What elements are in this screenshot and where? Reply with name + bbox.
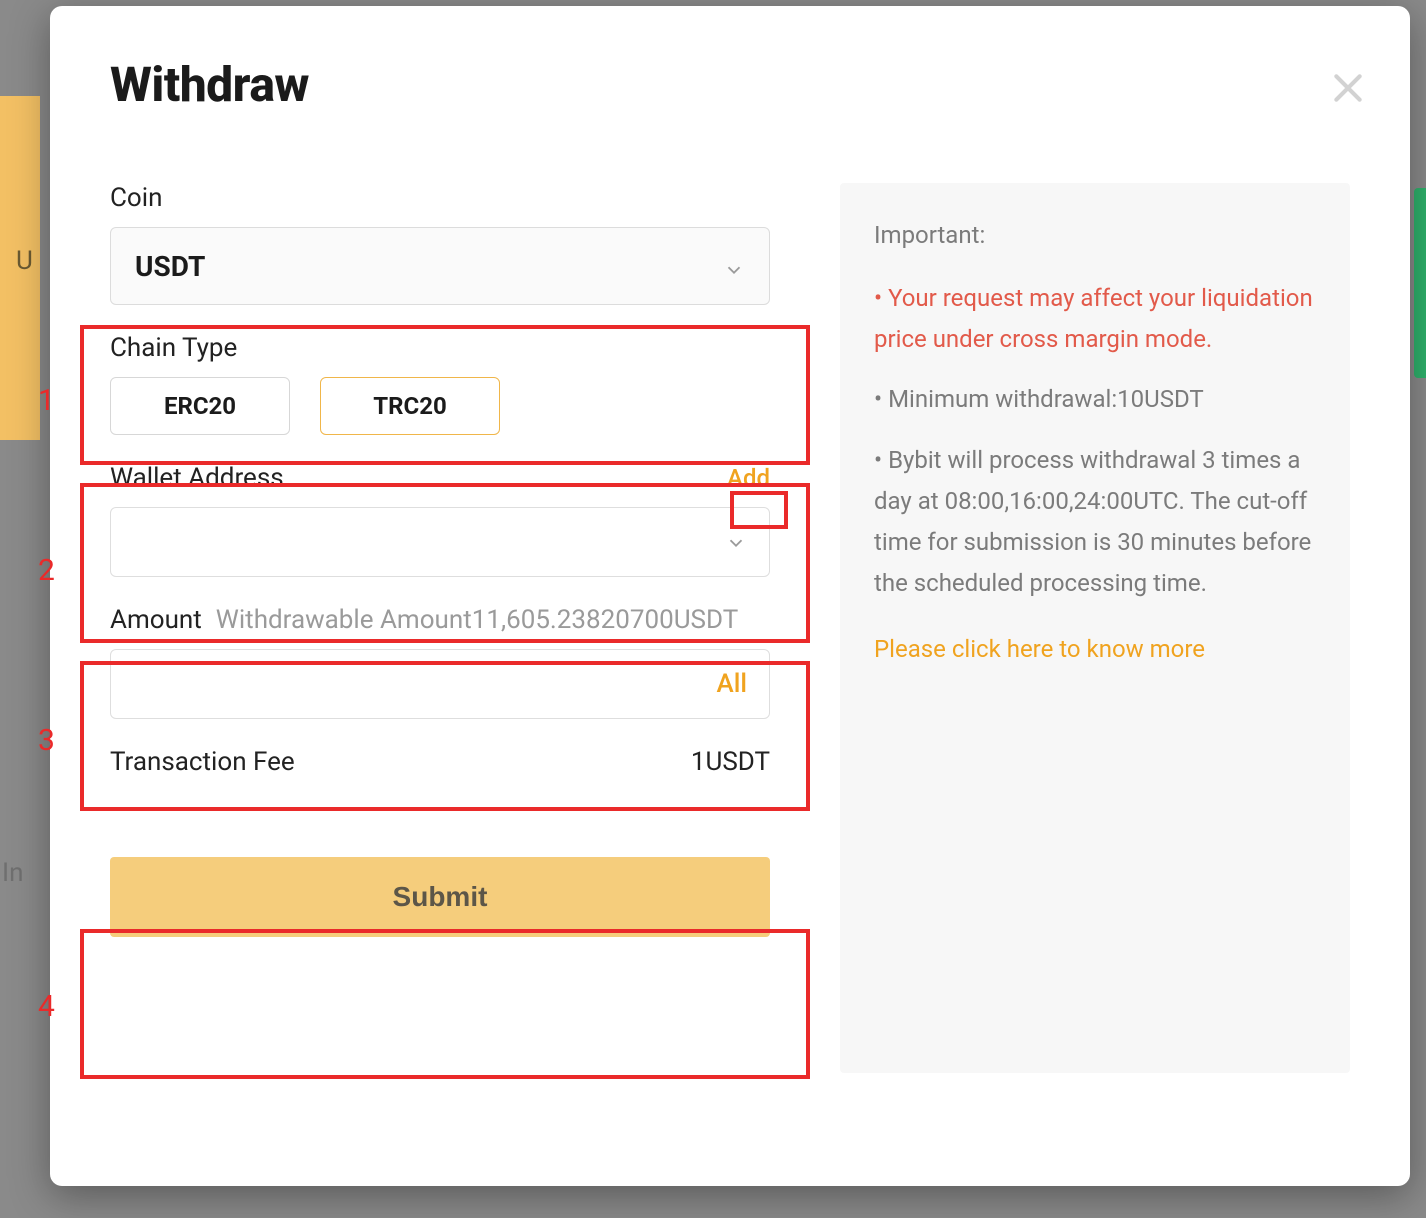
add-wallet-link[interactable]: Add bbox=[727, 464, 770, 492]
annotation-number-1: 1 bbox=[38, 383, 55, 418]
coin-field: Coin USDT bbox=[110, 183, 790, 305]
chain-type-field: Chain Type ERC20 TRC20 bbox=[110, 333, 790, 435]
close-icon[interactable] bbox=[1328, 68, 1368, 108]
amount-label: Amount bbox=[110, 605, 202, 635]
amount-field: Amount Withdrawable Amount11,605.2382070… bbox=[110, 605, 790, 719]
coin-selected-value: USDT bbox=[135, 250, 205, 283]
transaction-fee-value: 1USDT bbox=[691, 747, 770, 777]
submit-button[interactable]: Submit bbox=[110, 857, 770, 937]
wallet-address-label: Wallet Address bbox=[110, 463, 284, 493]
important-heading: Important: bbox=[874, 215, 1316, 256]
wallet-address-select[interactable] bbox=[110, 507, 770, 577]
transaction-fee-row: Transaction Fee 1USDT bbox=[110, 747, 770, 777]
backdrop-text-in: In bbox=[2, 858, 23, 888]
chain-type-label: Chain Type bbox=[110, 333, 237, 363]
amount-all-button[interactable]: All bbox=[717, 669, 748, 699]
important-min-withdrawal: Minimum withdrawal:10USDT bbox=[874, 379, 1316, 420]
amount-input[interactable]: All bbox=[110, 649, 770, 719]
annotation-number-3: 3 bbox=[38, 723, 55, 758]
wallet-address-field: Wallet Address Add bbox=[110, 463, 790, 577]
chevron-down-icon bbox=[723, 255, 745, 277]
chevron-down-icon bbox=[725, 531, 747, 553]
modal-title: Withdraw bbox=[110, 56, 1350, 113]
annotation-number-2: 2 bbox=[38, 553, 55, 588]
backdrop-green-strip bbox=[1414, 188, 1426, 378]
important-schedule: Bybit will process withdrawal 3 times a … bbox=[874, 440, 1316, 603]
withdraw-modal: Withdraw Coin USDT Chain Type ERC20 bbox=[50, 6, 1410, 1186]
coin-select[interactable]: USDT bbox=[110, 227, 770, 305]
important-panel: Important: Your request may affect your … bbox=[840, 183, 1350, 1073]
coin-label: Coin bbox=[110, 183, 162, 213]
chain-option-erc20[interactable]: ERC20 bbox=[110, 377, 290, 435]
know-more-link[interactable]: Please click here to know more bbox=[874, 629, 1205, 670]
important-warning: Your request may affect your liquidation… bbox=[874, 278, 1316, 360]
annotation-box-4 bbox=[80, 929, 810, 1079]
transaction-fee-label: Transaction Fee bbox=[110, 747, 295, 777]
annotation-number-4: 4 bbox=[38, 989, 55, 1024]
withdrawable-amount-text: Withdrawable Amount11,605.23820700USDT bbox=[216, 605, 738, 635]
backdrop-text-u: U bbox=[16, 246, 33, 276]
chain-option-trc20[interactable]: TRC20 bbox=[320, 377, 500, 435]
form-column: Coin USDT Chain Type ERC20 TRC20 bbox=[110, 183, 790, 1073]
